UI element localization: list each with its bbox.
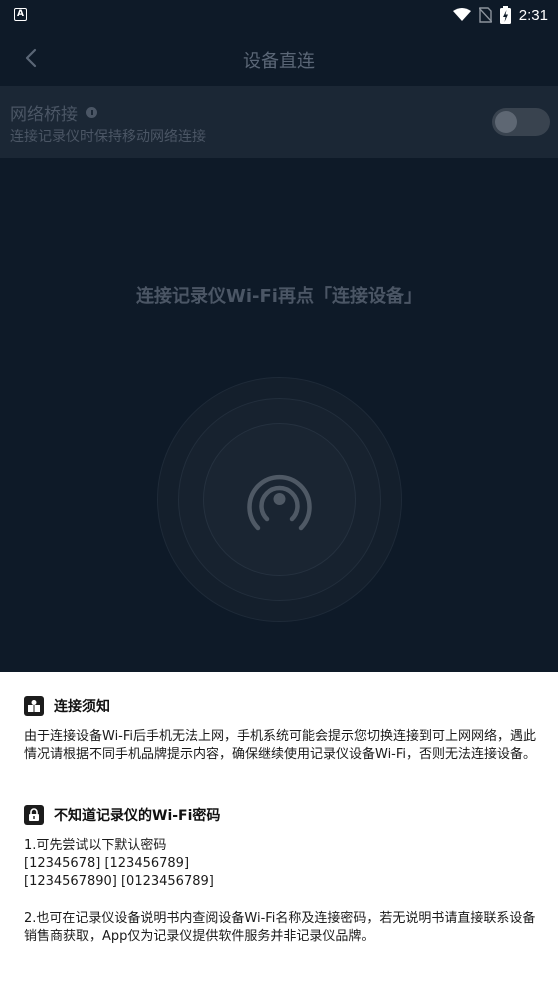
status-icons: 2:31	[452, 5, 548, 25]
wifi-icon	[452, 8, 471, 21]
battery-icon	[499, 6, 511, 24]
status-time: 2:31	[518, 6, 548, 24]
wifi-scan-animation	[157, 377, 402, 622]
no-sim-icon	[478, 7, 492, 23]
password-line-2: [12345678] [123456789]	[24, 856, 190, 871]
info-icon[interactable]	[86, 107, 97, 118]
bridge-subtitle: 连接记录仪时保持移动网络连接	[10, 129, 206, 145]
lock-icon	[24, 805, 44, 825]
page-title: 设备直连	[243, 51, 315, 72]
notice-book-icon	[24, 696, 44, 716]
status-bar: A 2:31	[0, 0, 558, 30]
bridge-title: 网络桥接	[10, 105, 78, 125]
signal-dot	[273, 493, 286, 505]
info-sheet: 连接须知 由于连接设备Wi-Fi后手机无法上网，手机系统可能会提示您切换连接到可…	[0, 672, 558, 992]
password-heading: 不知道记录仪的Wi-Fi密码	[54, 808, 221, 824]
app-bar: 设备直连	[0, 30, 558, 86]
password-heading-row: 不知道记录仪的Wi-Fi密码	[24, 805, 220, 825]
notice-heading-row: 连接须知	[24, 696, 110, 716]
password-line-1: 1.可先尝试以下默认密码	[24, 838, 167, 853]
password-line-4: 2.也可在记录仪设备说明书内查阅设备Wi-Fi名称及连接密码，若无说明书请直接联…	[24, 911, 536, 944]
connect-hint: 连接记录仪Wi-Fi再点「连接设备」	[136, 286, 422, 307]
toggle-knob	[495, 111, 517, 133]
bridge-title-row: 网络桥接	[10, 100, 97, 125]
password-line-3: [1234567890] [0123456789]	[24, 874, 214, 889]
network-bridge-toggle[interactable]	[492, 108, 550, 136]
notice-body: 由于连接设备Wi-Fi后手机无法上网，手机系统可能会提示您切换连接到可上网网络，…	[24, 729, 537, 762]
notice-heading: 连接须知	[54, 699, 110, 715]
notification-icon: A	[14, 8, 27, 21]
network-bridge-row: 网络桥接 连接记录仪时保持移动网络连接	[0, 86, 558, 158]
